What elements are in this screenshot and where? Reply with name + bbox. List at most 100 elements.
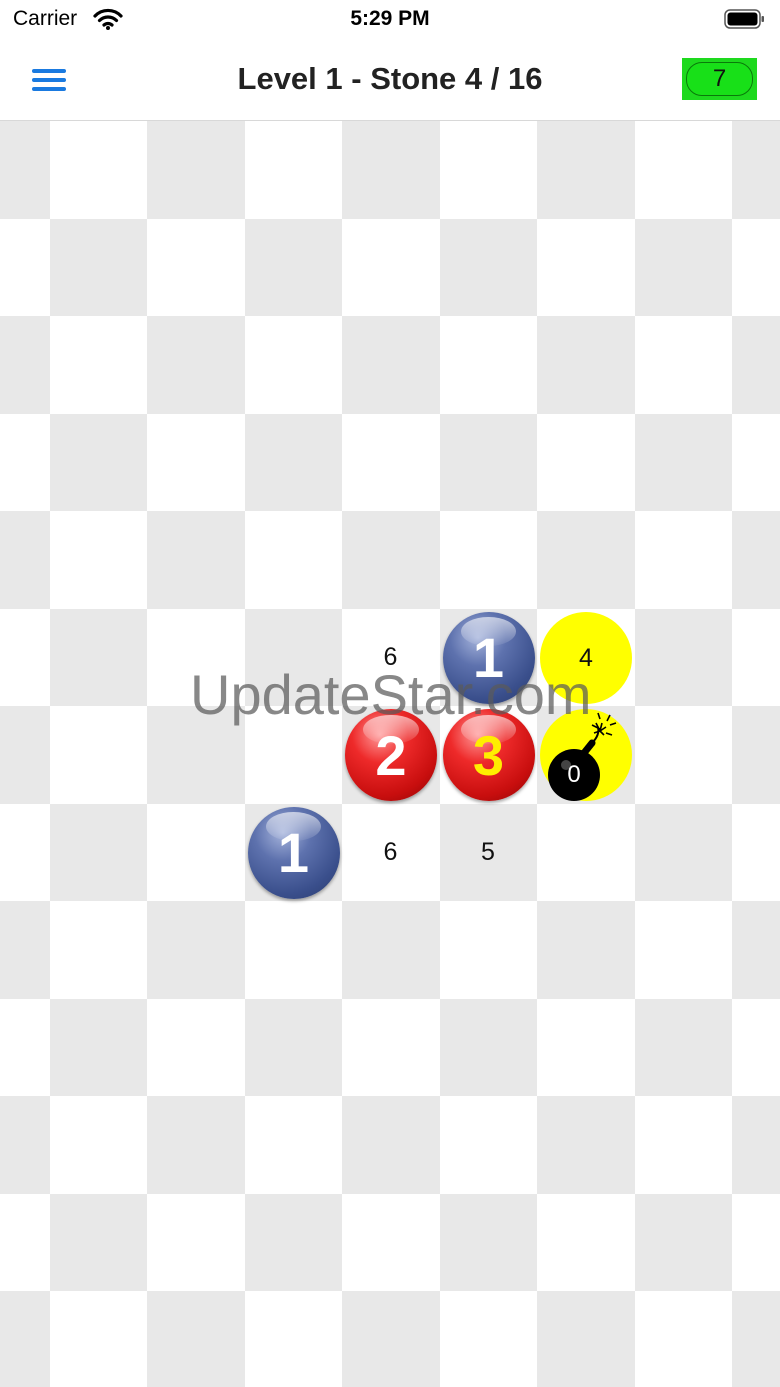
board-cell[interactable] [147,1291,246,1387]
board-cell[interactable] [342,998,441,1097]
board-cell[interactable] [732,316,780,415]
board-cell[interactable] [634,706,733,805]
board-cell[interactable] [634,803,733,902]
board-cell[interactable] [49,706,148,805]
board-cell[interactable] [0,998,51,1097]
board-cell[interactable] [537,121,636,220]
board-cell[interactable] [732,608,780,707]
board-cell[interactable] [439,413,538,512]
board-cell[interactable] [49,1291,148,1387]
board-cell[interactable] [537,998,636,1097]
board-cell[interactable] [147,121,246,220]
board-cell[interactable] [49,121,148,220]
board-cell[interactable] [732,998,780,1097]
board-cell[interactable] [732,803,780,902]
board-cell[interactable] [439,1096,538,1195]
board-cell[interactable] [0,1096,51,1195]
board-cell[interactable] [634,901,733,1000]
board-cell[interactable] [49,218,148,317]
board-cell[interactable] [537,901,636,1000]
board-cell[interactable] [49,803,148,902]
board-cell[interactable] [732,413,780,512]
score-badge[interactable]: 7 [682,58,757,100]
board-cell[interactable] [244,511,343,610]
board-cell[interactable] [0,1291,51,1387]
board-cell[interactable] [634,608,733,707]
board-cell[interactable] [0,413,51,512]
board-cell[interactable] [732,218,780,317]
board-cell[interactable] [49,413,148,512]
board-cell[interactable] [439,1291,538,1387]
board-cell[interactable] [537,803,636,902]
board-cell[interactable] [342,121,441,220]
board-cell[interactable] [342,316,441,415]
board-cell[interactable] [342,511,441,610]
board-cell[interactable] [342,218,441,317]
board-cell[interactable] [244,1193,343,1292]
board-cell[interactable] [537,1096,636,1195]
board-cell[interactable] [244,1096,343,1195]
board-cell[interactable] [147,901,246,1000]
board-cell[interactable] [147,511,246,610]
board-cell[interactable] [49,998,148,1097]
board-cell[interactable] [244,413,343,512]
board-cell[interactable] [342,1096,441,1195]
board-cell[interactable] [0,901,51,1000]
blue-stone[interactable]: 1 [247,806,340,899]
board-cell[interactable] [732,121,780,220]
board-cell[interactable] [147,998,246,1097]
board-cell[interactable] [0,511,51,610]
board-cell[interactable] [244,121,343,220]
board-cell[interactable] [439,998,538,1097]
board-cell[interactable] [634,511,733,610]
board-cell[interactable] [732,706,780,805]
board-cell[interactable] [0,1193,51,1292]
board-cell[interactable] [0,706,51,805]
board-cell[interactable] [732,901,780,1000]
board-cell[interactable] [439,218,538,317]
board-cell[interactable] [634,218,733,317]
board-cell[interactable] [732,511,780,610]
board-cell[interactable] [342,1193,441,1292]
board-cell[interactable] [244,1291,343,1387]
board-cell[interactable] [634,1193,733,1292]
board-cell[interactable] [537,511,636,610]
board-cell[interactable] [0,121,51,220]
board-cell[interactable] [147,1096,246,1195]
board-cell[interactable] [147,316,246,415]
board-cell[interactable] [537,316,636,415]
board-cell[interactable] [634,1096,733,1195]
board-cell[interactable] [439,511,538,610]
board-cell[interactable] [439,1193,538,1292]
board-cell[interactable] [244,998,343,1097]
board-cell[interactable] [732,1193,780,1292]
board-cell[interactable] [0,218,51,317]
board-cell[interactable] [634,316,733,415]
board-cell[interactable] [634,1291,733,1387]
board-cell[interactable] [49,1193,148,1292]
board-cell[interactable] [0,316,51,415]
board-cell[interactable] [147,1193,246,1292]
board-cell[interactable] [634,998,733,1097]
board-cell[interactable] [537,1193,636,1292]
board-cell[interactable] [342,413,441,512]
board-cell[interactable] [147,218,246,317]
board-cell[interactable] [244,901,343,1000]
board-cell[interactable] [732,1096,780,1195]
board-cell[interactable] [439,316,538,415]
board-cell[interactable] [439,901,538,1000]
board-cell[interactable] [537,1291,636,1387]
board-cell[interactable] [0,608,51,707]
board-cell[interactable] [49,511,148,610]
board-cell[interactable] [342,1291,441,1387]
board-cell[interactable] [0,803,51,902]
board-cell[interactable] [147,803,246,902]
board-cell[interactable] [537,218,636,317]
board-cell[interactable] [634,121,733,220]
board-cell[interactable] [537,413,636,512]
board-cell[interactable] [244,218,343,317]
board-cell[interactable] [244,316,343,415]
board-cell[interactable] [49,316,148,415]
board-cell[interactable] [49,608,148,707]
board-cell[interactable] [634,413,733,512]
